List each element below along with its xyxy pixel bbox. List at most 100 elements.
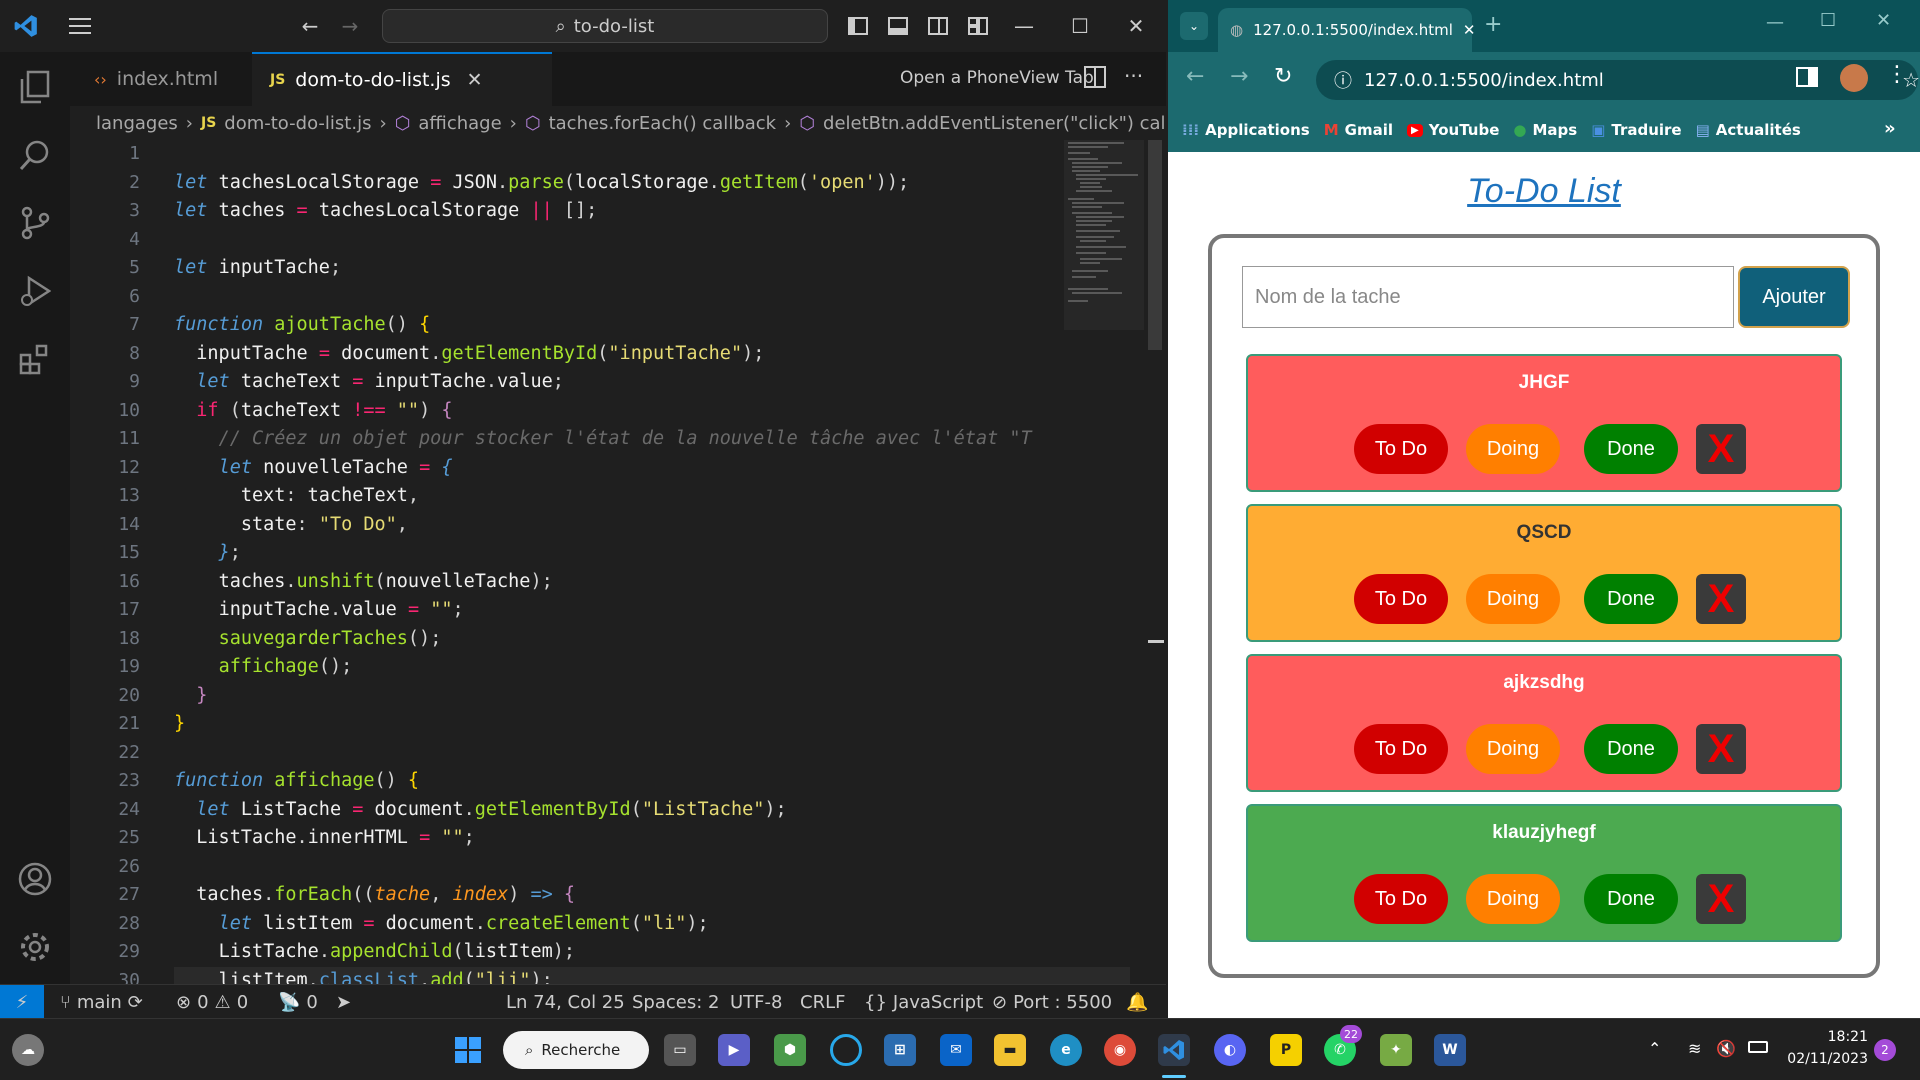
more-actions-icon[interactable]: ···: [1124, 64, 1143, 88]
clock-date[interactable]: 02/11/2023: [1786, 1051, 1868, 1067]
close-icon[interactable]: ✕: [1122, 12, 1150, 40]
breadcrumb-item[interactable]: dom-to-do-list.js: [224, 113, 371, 134]
notifications-bell-icon[interactable]: 🔔: [1126, 985, 1148, 1019]
breadcrumb-item[interactable]: taches.forEach() callback: [549, 113, 777, 134]
gitkraken-icon[interactable]: ✦: [1380, 1034, 1412, 1066]
tab-dom-to-do-list-js[interactable]: JS dom-to-do-list.js ✕: [252, 52, 552, 106]
close-tab-icon[interactable]: ✕: [467, 69, 483, 91]
done-button[interactable]: Done: [1584, 874, 1678, 924]
close-tab-icon[interactable]: ✕: [1463, 21, 1476, 39]
discord-icon[interactable]: ◐: [1214, 1034, 1246, 1066]
side-panel-icon[interactable]: [1796, 66, 1820, 90]
command-center[interactable]: ⌕ to-do-list: [382, 9, 828, 43]
breadcrumb-item[interactable]: langages: [96, 113, 178, 134]
code-editor[interactable]: 1 2 3 4 5 6 7 8 9 10 11 12 13 14 15 16 1…: [70, 140, 1166, 984]
encoding[interactable]: UTF-8: [730, 985, 782, 1019]
new-tab-icon[interactable]: +: [1484, 12, 1502, 37]
chevron-up-icon[interactable]: ⌃: [1648, 1039, 1661, 1058]
wifi-icon[interactable]: ≋: [1688, 1039, 1701, 1058]
accounts-icon[interactable]: [16, 860, 54, 898]
todo-button[interactable]: To Do: [1354, 574, 1448, 624]
profile-avatar[interactable]: [1840, 64, 1868, 92]
clock-time[interactable]: 18:21: [1788, 1029, 1868, 1045]
ports-indicator[interactable]: 📡 0: [278, 985, 318, 1019]
minimize-icon[interactable]: —: [1766, 12, 1784, 33]
split-editor-icon[interactable]: [1084, 66, 1106, 92]
breadcrumb-item[interactable]: affichage: [418, 113, 501, 134]
todo-button[interactable]: To Do: [1354, 724, 1448, 774]
task-view-icon[interactable]: ▭: [664, 1034, 696, 1066]
cortana-icon[interactable]: [830, 1034, 862, 1066]
scrollbar-thumb[interactable]: [1148, 140, 1162, 350]
minimize-icon[interactable]: —: [1010, 12, 1038, 40]
remote-indicator[interactable]: ⚡: [0, 985, 44, 1019]
pluralsight-icon[interactable]: P: [1270, 1034, 1302, 1066]
hamburger-menu-icon[interactable]: [66, 12, 94, 40]
settings-gear-icon[interactable]: [16, 928, 54, 966]
toggle-sidebar-icon[interactable]: [844, 12, 872, 40]
delete-button[interactable]: X: [1696, 424, 1746, 474]
battery-icon[interactable]: [1748, 1041, 1768, 1053]
muted-speaker-icon[interactable]: 🔇: [1716, 1039, 1736, 1058]
bookmark-youtube[interactable]: ▶ YouTube: [1407, 121, 1499, 139]
todo-button[interactable]: To Do: [1354, 424, 1448, 474]
tab-search-icon[interactable]: ⌄: [1180, 12, 1208, 40]
task-name-input[interactable]: Nom de la tache: [1242, 266, 1734, 328]
bookmark-applications[interactable]: ⁞⁞⁞ Applications: [1182, 121, 1310, 139]
extensions-icon[interactable]: [16, 340, 54, 378]
search-icon[interactable]: [16, 136, 54, 174]
reload-icon[interactable]: ↻: [1274, 64, 1292, 89]
branch-indicator[interactable]: ⑂ main ⟳: [60, 985, 143, 1019]
bookmark-actualites[interactable]: ▤ Actualités: [1696, 121, 1801, 139]
microsoft-store-icon[interactable]: ⊞: [884, 1034, 916, 1066]
windows-start-icon[interactable]: [452, 1034, 484, 1066]
close-icon[interactable]: ✕: [1876, 10, 1891, 31]
delete-button[interactable]: X: [1696, 574, 1746, 624]
language-mode[interactable]: {} JavaScript: [864, 985, 983, 1019]
forward-arrow-icon[interactable]: →: [1230, 64, 1248, 89]
notification-badge[interactable]: 2: [1874, 1039, 1896, 1061]
end-of-line[interactable]: CRLF: [800, 985, 845, 1019]
vscode-taskbar-icon[interactable]: [1158, 1034, 1190, 1066]
file-explorer-icon[interactable]: ▬: [994, 1034, 1026, 1066]
more-menu-icon[interactable]: ⋮: [1886, 62, 1908, 87]
indentation[interactable]: Spaces: 2: [632, 985, 719, 1019]
doing-button[interactable]: Doing: [1466, 574, 1560, 624]
minimap[interactable]: [1064, 140, 1144, 330]
taskbar-search[interactable]: ⌕ Recherche: [503, 1031, 649, 1069]
edge-icon[interactable]: e: [1050, 1034, 1082, 1066]
maximize-icon[interactable]: ☐: [1820, 10, 1836, 31]
editor-scrollbar[interactable]: [1146, 140, 1164, 984]
done-button[interactable]: Done: [1584, 724, 1678, 774]
bookmark-gmail[interactable]: M Gmail: [1324, 121, 1393, 139]
bookmark-maps[interactable]: ● Maps: [1513, 121, 1577, 139]
customize-layout-icon[interactable]: [964, 12, 992, 40]
weather-icon[interactable]: ☁: [12, 1034, 44, 1066]
done-button[interactable]: Done: [1584, 574, 1678, 624]
todo-button[interactable]: To Do: [1354, 874, 1448, 924]
more-bookmarks-icon[interactable]: »: [1884, 118, 1896, 139]
delete-button[interactable]: X: [1696, 874, 1746, 924]
maximize-icon[interactable]: ☐: [1066, 12, 1094, 40]
teams-icon[interactable]: ▶: [718, 1034, 750, 1066]
source-control-icon[interactable]: [16, 204, 54, 242]
phoneview-button[interactable]: Open a PhoneView Tab: [900, 68, 1094, 88]
address-bar[interactable]: ⓘ 127.0.0.1:5500/index.html ☆: [1316, 60, 1920, 100]
toggle-panel-icon[interactable]: [884, 12, 912, 40]
tab-index-html[interactable]: ‹› index.html: [70, 52, 252, 106]
live-share-icon[interactable]: ➤: [336, 985, 351, 1019]
problems-indicator[interactable]: ⊗ 0 ⚠ 0: [176, 985, 248, 1019]
code-content[interactable]: let tachesLocalStorage = JSON.parse(loca…: [174, 140, 1130, 984]
add-task-button[interactable]: Ajouter: [1738, 266, 1850, 328]
delete-button[interactable]: X: [1696, 724, 1746, 774]
back-arrow-icon[interactable]: ←: [296, 12, 324, 40]
doing-button[interactable]: Doing: [1466, 424, 1560, 474]
doing-button[interactable]: Doing: [1466, 874, 1560, 924]
chrome-icon[interactable]: ◉: [1104, 1034, 1136, 1066]
cursor-position[interactable]: Ln 74, Col 25: [506, 985, 625, 1019]
browser-tab[interactable]: ◍ 127.0.0.1:5500/index.html ✕: [1218, 8, 1476, 52]
live-server-port[interactable]: ⊘ Port : 5500: [992, 985, 1112, 1019]
back-arrow-icon[interactable]: ←: [1186, 64, 1204, 89]
run-debug-icon[interactable]: [16, 272, 54, 310]
done-button[interactable]: Done: [1584, 424, 1678, 474]
